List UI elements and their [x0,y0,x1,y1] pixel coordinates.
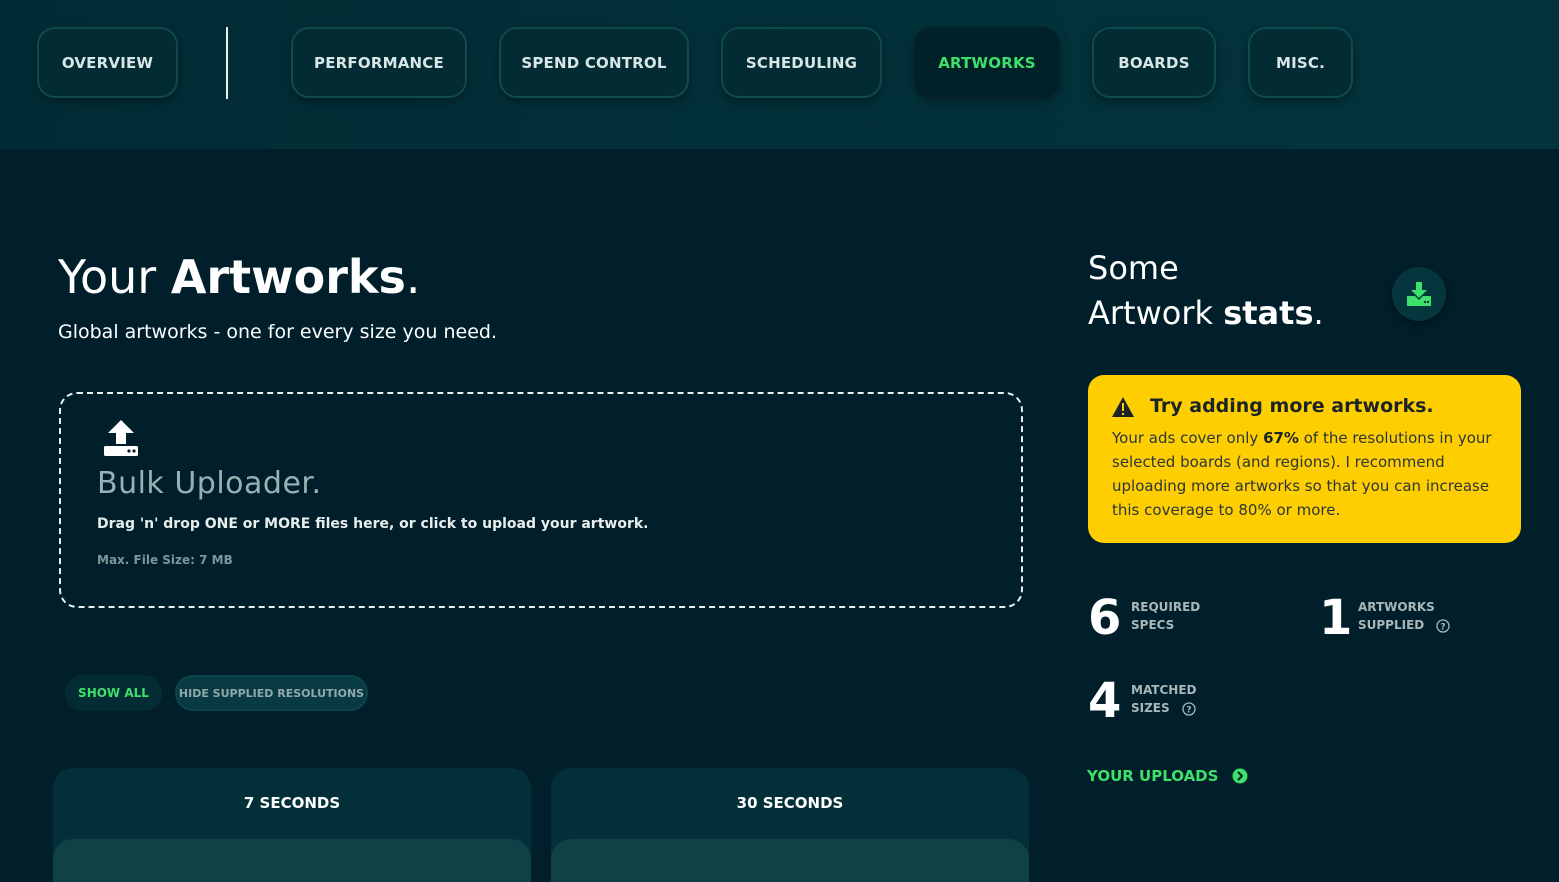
tab-overview[interactable]: OVERVIEW [37,27,178,98]
alert-body: Your ads cover only 67% of the resolutio… [1112,429,1492,519]
tab-artworks[interactable]: ARTWORKS [914,27,1060,98]
arrow-right-circle-icon [1232,768,1248,784]
svg-text:?: ? [1441,622,1446,632]
bulk-uploader-dropzone[interactable]: Bulk Uploader. Drag 'n' drop ONE or MORE… [59,392,1023,608]
help-icon[interactable]: ? [1436,618,1451,633]
your-uploads-label: YOUR UPLOADS [1087,767,1219,785]
tab-performance[interactable]: PERFORMANCE [291,27,467,98]
duration-card-30-seconds: 30 SECONDS [551,768,1029,882]
coverage-alert: Try adding more artworks. Your ads cover… [1088,375,1521,543]
uploader-instructions: Drag 'n' drop ONE or MORE files here, or… [97,516,649,532]
page-subtitle: Global artworks - one for every size you… [58,321,497,343]
tab-spend-control[interactable]: SPEND CONTROL [499,27,689,98]
required-specs-value: 6 [1088,590,1122,646]
help-icon[interactable]: ? [1182,701,1196,716]
page-title: Your Artworks. [58,250,421,304]
warning-icon [1112,397,1134,417]
svg-text:?: ? [1186,705,1191,715]
uploader-max-size: Max. File Size: 7 MB [97,553,233,567]
card-title: 30 SECONDS [736,794,844,812]
upload-icon [104,420,138,456]
download-icon [1407,282,1431,306]
your-uploads-link[interactable]: YOUR UPLOADS [1087,767,1248,785]
nav-divider [226,27,228,99]
required-specs-label: REQUIRED SPECS [1131,600,1201,632]
card-title: 7 SECONDS [243,794,341,812]
top-nav: OVERVIEW PERFORMANCE SPEND CONTROL SCHED… [0,0,1559,149]
card-body [53,839,531,882]
stats-title: Some Artwork stats. [1088,249,1324,332]
hide-supplied-resolutions-button[interactable]: HIDE SUPPLIED RESOLUTIONS [175,675,368,711]
matched-sizes-label: MATCHED SIZES ? [1131,683,1197,716]
alert-title: Try adding more artworks. [1150,395,1434,417]
artworks-supplied-label: ARTWORKS SUPPLIED ? [1358,598,1451,634]
download-stats-button[interactable] [1392,267,1446,321]
duration-card-7-seconds: 7 SECONDS [53,768,531,882]
card-body [551,839,1029,882]
uploader-title: Bulk Uploader. [97,466,322,501]
show-all-button[interactable]: SHOW ALL [65,675,162,711]
artworks-supplied-value: 1 [1319,590,1353,646]
tab-boards[interactable]: BOARDS [1092,27,1216,98]
tab-misc[interactable]: MISC. [1248,27,1353,98]
matched-sizes-value: 4 [1088,673,1122,729]
tab-scheduling[interactable]: SCHEDULING [721,27,882,98]
